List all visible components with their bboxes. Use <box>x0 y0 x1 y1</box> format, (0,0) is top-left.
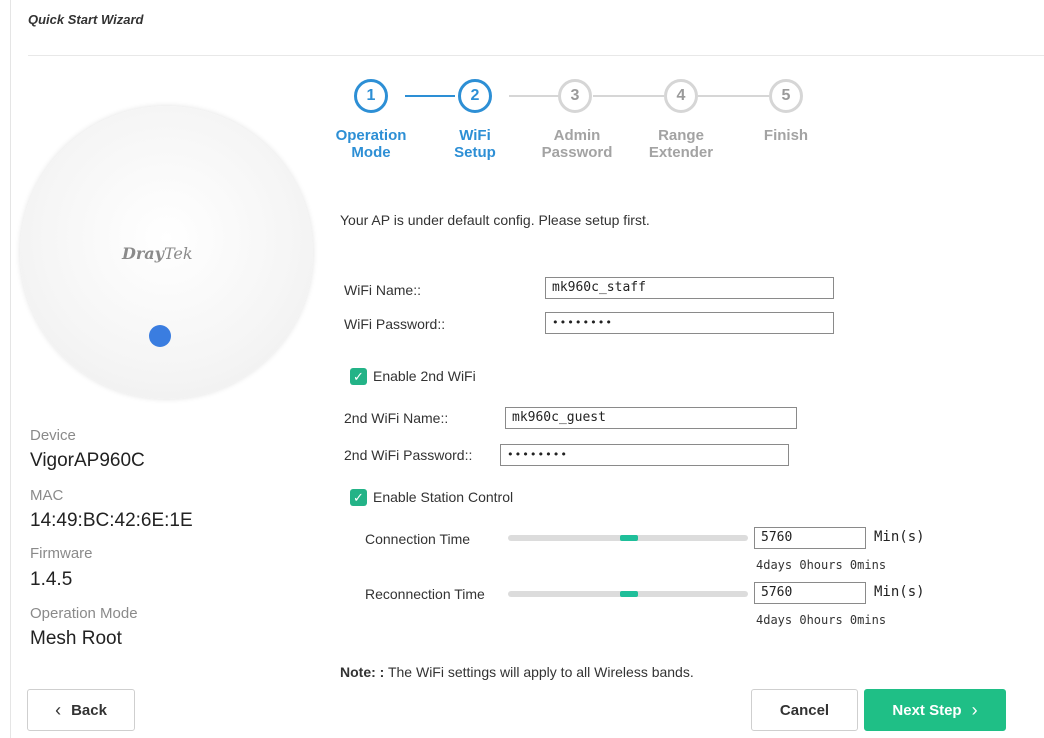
device-value: VigorAP960C <box>30 450 145 471</box>
wifi2-name-input[interactable]: mk960c_guest <box>505 407 797 429</box>
back-button[interactable]: ‹ Back <box>27 689 135 731</box>
intro-text: Your AP is under default config. Please … <box>340 212 650 228</box>
check-icon: ✓ <box>353 489 364 505</box>
step-5-circle: 5 <box>769 79 803 113</box>
step-3-label: Admin Password <box>522 127 632 161</box>
next-step-button[interactable]: Next Step › <box>864 689 1006 731</box>
enable-2nd-wifi-checkbox[interactable]: ✓ <box>350 368 367 385</box>
step-1-label-line2: Mode <box>351 144 391 161</box>
step-2-label-line2: Setup <box>454 144 496 161</box>
logo-text-light: Tek <box>163 244 193 263</box>
step-4-circle: 4 <box>664 79 698 113</box>
enable-2nd-wifi-label: Enable 2nd WiFi <box>373 368 476 384</box>
step-connector-3-4 <box>593 95 664 97</box>
step-5-label: Finish <box>731 127 841 144</box>
step-connector-1-2 <box>405 95 455 97</box>
cancel-button[interactable]: Cancel <box>751 689 858 731</box>
cancel-button-label: Cancel <box>779 701 830 719</box>
step-3-label-line2: Password <box>541 144 613 161</box>
chevron-left-icon: ‹ <box>55 700 62 720</box>
step-4-label-line1: Range <box>658 127 704 144</box>
connection-time-unit: Min(s) <box>874 529 925 545</box>
reconnection-time-unit: Min(s) <box>874 584 925 600</box>
note-body: The WiFi settings will apply to all Wire… <box>384 664 694 680</box>
reconnection-time-hint: 4days 0hours 0mins <box>756 613 887 627</box>
draytek-logo: DrayTek <box>122 244 193 263</box>
step-1-circle: 1 <box>354 79 388 113</box>
connection-time-input[interactable]: 5760 <box>754 527 866 549</box>
step-1-label-line1: Operation <box>335 127 407 144</box>
step-3-label-line1: Admin <box>553 127 601 144</box>
step-4-label: Range Extender <box>626 127 736 161</box>
step-3-circle: 3 <box>558 79 592 113</box>
chevron-right-icon: › <box>971 700 978 720</box>
wifi-password-label: WiFi Password:: <box>344 316 446 332</box>
device-label: Device <box>30 427 76 444</box>
reconnection-time-label: Reconnection Time <box>365 586 485 602</box>
mac-label: MAC <box>30 487 64 504</box>
reconnection-time-input[interactable]: 5760 <box>754 582 866 604</box>
connection-time-label: Connection Time <box>365 531 471 547</box>
wifi-name-input[interactable]: mk960c_staff <box>545 277 834 299</box>
operation-mode-value: Mesh Root <box>30 628 122 649</box>
wifi-password-input[interactable]: •••••••• <box>545 312 834 334</box>
step-connector-4-5 <box>698 95 769 97</box>
connection-time-hint: 4days 0hours 0mins <box>756 558 887 572</box>
wifi-name-label: WiFi Name:: <box>344 282 421 298</box>
step-2-label-line1: WiFi <box>459 127 491 144</box>
connection-time-slider-handle[interactable] <box>620 535 638 541</box>
step-2-label: WiFi Setup <box>420 127 530 161</box>
note-text: Note: : The WiFi settings will apply to … <box>340 664 694 680</box>
step-connector-2-3 <box>509 95 559 97</box>
mac-value: 14:49:BC:42:6E:1E <box>30 510 193 531</box>
operation-mode-label: Operation Mode <box>30 605 138 622</box>
wifi2-password-input[interactable]: •••••••• <box>500 444 789 466</box>
check-icon: ✓ <box>353 368 364 384</box>
status-led-icon <box>149 325 171 347</box>
step-4-label-line2: Extender <box>648 144 714 161</box>
logo-text-bold: Dray <box>122 244 164 263</box>
next-step-button-label: Next Step <box>892 701 962 719</box>
note-prefix: Note: : <box>340 664 385 680</box>
back-button-label: Back <box>71 701 107 719</box>
step-2-circle: 2 <box>458 79 492 113</box>
enable-station-control-label: Enable Station Control <box>373 489 514 505</box>
firmware-label: Firmware <box>30 545 93 562</box>
wifi2-name-label: 2nd WiFi Name:: <box>344 410 449 426</box>
firmware-value: 1.4.5 <box>30 569 73 590</box>
step-1-label: Operation Mode <box>316 127 426 161</box>
wifi2-password-label: 2nd WiFi Password:: <box>344 447 473 463</box>
reconnection-time-slider-handle[interactable] <box>620 591 638 597</box>
enable-station-control-checkbox[interactable]: ✓ <box>350 489 367 506</box>
step-5-label-line1: Finish <box>763 127 809 144</box>
